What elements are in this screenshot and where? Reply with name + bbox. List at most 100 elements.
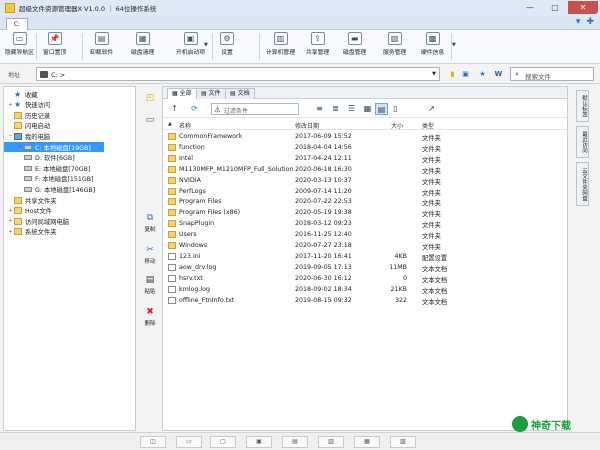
toolbar-button-2[interactable]: ▤ 卸载软件 <box>90 32 113 56</box>
tab-all[interactable]: ▦ 全部 <box>167 88 197 99</box>
expand-icon[interactable]: + <box>7 229 14 235</box>
action-button-2[interactable]: ⧉ 复制 <box>142 212 158 233</box>
tree-item[interactable]: + Host文件 <box>4 206 135 216</box>
file-row[interactable]: Windows 2020-07-27 23:18 文件夹 <box>163 240 567 251</box>
toolbar-button-5[interactable]: ⚙ 设置 <box>220 32 234 56</box>
file-row[interactable]: kmlog.log 2018-09-02 18:34 21KB 文本文档 <box>163 284 567 295</box>
filter-input[interactable]: ⏃ 过滤条件 <box>211 103 299 115</box>
action-button-1[interactable]: ▭ <box>142 114 158 127</box>
toolbar-button-0[interactable]: ▭ 隐藏导航区 <box>5 32 34 56</box>
chevron-down-icon[interactable]: ▼ <box>432 71 436 77</box>
view-mode-icon[interactable]: ↗ <box>425 103 438 115</box>
file-row[interactable]: 123.ini 2017-11-20 16:41 4KB 配置设置 <box>163 251 567 262</box>
tab-menu-icon[interactable]: ▾ <box>576 17 581 27</box>
toolbar-button-6[interactable]: ▥ 计算机管理 <box>266 32 295 56</box>
tree-item[interactable]: E: 本地磁盘[70GB] <box>4 163 135 173</box>
action-button-5[interactable]: ✖ 删除 <box>142 306 158 327</box>
toolbar-button-3[interactable]: ▦ 磁盘清理 <box>131 32 154 56</box>
expand-icon[interactable]: + <box>17 144 24 150</box>
view-mode-icon[interactable]: ≣ <box>329 103 342 115</box>
toolbar-button-9[interactable]: ▧ 服务管理 <box>383 32 406 56</box>
toolbar-button-7[interactable]: ⇪ 共享管理 <box>306 32 329 56</box>
file-row[interactable]: NVIDIA 2020-03-13 10:37 文件夹 <box>163 175 567 186</box>
up-icon[interactable]: ↑ <box>168 103 181 115</box>
expand-icon[interactable]: − <box>7 133 14 139</box>
file-row[interactable]: Intel 2017-04-24 12:11 文件夹 <box>163 153 567 164</box>
chevron-down-icon[interactable]: ▼ <box>204 42 208 48</box>
tree-item-label: 访问局域网电脑 <box>25 218 70 226</box>
word-icon[interactable]: W <box>494 69 503 79</box>
tree-item[interactable]: + C: 本地磁盘[19GB] <box>4 142 104 152</box>
tab-c-drive[interactable]: C: <box>6 18 28 30</box>
column-type[interactable]: 类型 <box>422 121 434 130</box>
file-row[interactable]: Program Files 2020-07-22 22:53 文件夹 <box>163 196 567 207</box>
status-button-icon[interactable]: ▧ <box>390 436 416 448</box>
file-row[interactable]: SnapPlugin 2018-03-12 09:23 文件夹 <box>163 218 567 229</box>
address-input[interactable]: C: > ▼ <box>36 67 440 81</box>
tree-item[interactable]: − 我的电脑 <box>4 131 135 141</box>
file-row[interactable]: PerfLogs 2009-07-14 11:20 文件夹 <box>163 186 567 197</box>
search-input[interactable]: ⌕ 搜索文件 <box>510 67 594 81</box>
tree-item[interactable]: G: 本地磁盘[146GB] <box>4 184 135 194</box>
status-button-icon[interactable]: ▣ <box>246 436 272 448</box>
tree-item[interactable]: ★ 收藏 <box>4 89 135 99</box>
file-row[interactable]: M1130MFP_M1210MFP_Full_Solution 2020-06-1… <box>163 164 567 175</box>
status-button-icon[interactable]: ▦ <box>354 436 380 448</box>
action-button-4[interactable]: ▤ 粘贴 <box>142 274 158 295</box>
status-button-icon[interactable]: ▭ <box>176 436 202 448</box>
toolbar-button-1[interactable]: 📌 窗口置顶 <box>43 32 66 56</box>
toolbar-button-10[interactable]: ▩ 硬件信息 <box>421 32 444 56</box>
status-button-icon[interactable]: ▥ <box>318 436 344 448</box>
close-button[interactable]: ✕ <box>568 1 598 14</box>
view-toggle-icon[interactable]: ▣ <box>461 69 470 79</box>
file-row[interactable]: function 2018-04-04 14:56 文件夹 <box>163 142 567 153</box>
new-tab-icon[interactable]: ✚ <box>586 17 594 27</box>
view-mode-icon[interactable]: ≡ <box>313 103 326 115</box>
view-mode-icon[interactable]: ▤ <box>375 103 388 115</box>
column-size[interactable]: 大小 <box>391 121 403 130</box>
toolbar-button-4[interactable]: ▣ 开机启动项 <box>176 32 205 56</box>
maximize-button[interactable]: ▢ <box>543 1 567 14</box>
tree-item-label: F: 本地磁盘[151GB] <box>35 176 94 184</box>
file-row[interactable]: aow_drv.log 2019-09-05 17:13 11MB 文本文档 <box>163 262 567 273</box>
tree-item[interactable]: F: 本地磁盘[151GB] <box>4 174 135 184</box>
tab-recent[interactable]: 最近访问 <box>576 126 589 158</box>
expand-icon[interactable]: + <box>7 102 14 108</box>
pane-tabs: ▦ 全部 ▤ 文件 ▤ 文档 <box>163 87 567 99</box>
refresh-icon[interactable]: ⟳ <box>188 103 201 115</box>
tree-item[interactable]: 历史记录 <box>4 110 135 120</box>
action-button-0[interactable]: ◰ <box>142 92 158 105</box>
tree-item[interactable]: 共享文件夹 <box>4 195 135 205</box>
tree-item[interactable]: D: 软件[6GB] <box>4 153 135 163</box>
tree-item[interactable]: 闪电启动 <box>4 121 135 131</box>
tab-files[interactable]: ▤ 文件 <box>196 88 226 99</box>
file-row[interactable]: offline_FtnInfo.txt 2019-08-15 09:32 322 文本… <box>163 295 567 306</box>
view-mode-icon[interactable]: ▯ <box>389 103 402 115</box>
chevron-down-icon[interactable]: ▼ <box>452 42 456 48</box>
tab-documents[interactable]: ▤ 文档 <box>225 88 255 99</box>
status-button-icon[interactable]: ▢ <box>210 436 236 448</box>
tree-item[interactable]: + 访问局域网电脑 <box>4 216 135 226</box>
status-button-icon[interactable]: ▤ <box>282 436 308 448</box>
file-row[interactable]: hsrv.txt 2020-06-30 16:12 0 文本文档 <box>163 273 567 284</box>
tree-item[interactable]: + 系统文件夹 <box>4 227 135 237</box>
file-row[interactable]: CommonFramework 2017-06-09 15:52 文件夹 <box>163 131 567 142</box>
column-name[interactable]: 名称 <box>179 121 191 130</box>
toolbar-button-8[interactable]: ▬ 磁盘管理 <box>343 32 366 56</box>
view-mode-icon[interactable]: ☰ <box>345 103 358 115</box>
expand-icon[interactable]: + <box>7 208 14 214</box>
file-row[interactable]: Users 2016-11-25 12:40 文件夹 <box>163 229 567 240</box>
status-button-icon[interactable]: ◫ <box>140 436 166 448</box>
column-date[interactable]: 修改日期 <box>295 121 319 130</box>
star-icon[interactable]: ★ <box>478 69 487 79</box>
view-mode-icon[interactable]: ▦ <box>361 103 374 115</box>
tab-default-labels[interactable]: 默认标签 <box>576 90 589 122</box>
tree-item[interactable]: + ★ 快速访问 <box>4 100 135 110</box>
tab-cloud[interactable]: 云文件夹网盘 <box>576 162 589 206</box>
minimize-button[interactable]: — <box>518 1 542 14</box>
bookmark-icon[interactable]: ▮ <box>448 69 457 79</box>
action-button-3[interactable]: ✂ 移动 <box>142 244 158 265</box>
file-icon <box>168 296 176 304</box>
file-row[interactable]: Program Files (x86) 2020-05-19 19:38 文件夹 <box>163 207 567 218</box>
expand-icon[interactable]: + <box>7 218 14 224</box>
